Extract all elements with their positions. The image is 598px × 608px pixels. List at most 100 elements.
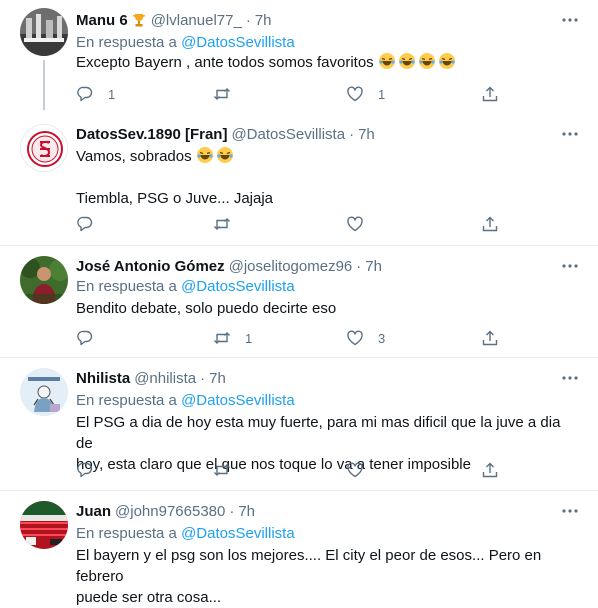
reply-button[interactable] xyxy=(76,460,108,480)
mention-link[interactable]: @DatosSevillista xyxy=(181,525,295,542)
reply-button[interactable] xyxy=(76,214,108,234)
share-icon xyxy=(482,216,498,232)
share-button[interactable] xyxy=(481,460,499,480)
avatar[interactable] xyxy=(20,124,68,172)
display-name[interactable]: Nhilista xyxy=(76,370,130,387)
tweet-3[interactable]: José Antonio Gómez @joselitogomez96 · 7h… xyxy=(0,246,598,356)
avatar[interactable] xyxy=(20,368,68,416)
tweet-header: José Antonio Gómez @joselitogomez96 · 7h xyxy=(76,257,382,275)
laughing-emoji xyxy=(438,53,455,69)
timestamp[interactable]: 7h xyxy=(255,12,272,29)
timestamp[interactable]: 7h xyxy=(209,370,226,387)
reply-context: En respuesta a @DatosSevillista xyxy=(76,525,295,542)
like-icon xyxy=(347,216,363,232)
retweet-icon xyxy=(214,332,230,344)
retweet-button[interactable]: 1 xyxy=(213,328,252,348)
user-handle[interactable]: @nhilista xyxy=(134,370,196,387)
laughing-emoji xyxy=(378,53,395,69)
reply-icon xyxy=(77,330,93,346)
reply-count: 1 xyxy=(108,86,116,102)
mention-link[interactable]: @DatosSevillista xyxy=(181,392,295,409)
more-icon[interactable] xyxy=(560,501,580,521)
laughing-emoji-group xyxy=(196,147,236,165)
reply-button[interactable] xyxy=(76,328,108,348)
share-icon xyxy=(482,330,498,346)
avatar[interactable] xyxy=(20,8,68,56)
reply-context: En respuesta a @DatosSevillista xyxy=(76,392,295,409)
reply-context: En respuesta a @DatosSevillista xyxy=(76,278,295,295)
laughing-emoji xyxy=(216,147,233,163)
share-icon xyxy=(482,86,498,102)
retweet-button[interactable] xyxy=(213,460,245,480)
share-button[interactable] xyxy=(481,214,499,234)
tweet-1[interactable]: Manu 6 @lvlanuel77_ · 7h En respuesta a … xyxy=(0,0,598,120)
display-name[interactable]: DatosSev.1890 [Fran] xyxy=(76,126,227,143)
more-icon[interactable] xyxy=(560,256,580,276)
like-icon xyxy=(347,330,363,346)
reply-prefix: En respuesta a xyxy=(76,392,177,409)
reply-icon xyxy=(77,86,93,102)
mention-link[interactable]: @DatosSevillista xyxy=(181,278,295,295)
trophy-icon xyxy=(131,12,147,28)
laughing-emoji xyxy=(418,53,435,69)
tweet-text: El bayern y el psg son los mejores.... E… xyxy=(76,547,542,606)
like-count: 1 xyxy=(378,86,386,102)
reply-button[interactable]: 1 xyxy=(76,84,115,104)
like-icon xyxy=(347,462,363,478)
like-count: 3 xyxy=(378,330,386,346)
user-handle[interactable]: @joselitogomez96 xyxy=(229,258,353,275)
reply-icon xyxy=(77,216,93,232)
retweet-button[interactable] xyxy=(213,214,245,234)
tweet-header: Nhilista @nhilista · 7h xyxy=(76,369,226,387)
retweet-count: 1 xyxy=(245,330,253,346)
reply-prefix: En respuesta a xyxy=(76,34,177,51)
laughing-emoji xyxy=(196,147,213,163)
more-icon[interactable] xyxy=(560,10,580,30)
user-handle[interactable]: @lvlanuel77_ xyxy=(151,12,242,29)
timestamp[interactable]: 7h xyxy=(238,503,255,520)
tweet-2[interactable]: DatosSev.1890 [Fran] @DatosSevillista · … xyxy=(0,120,598,245)
laughing-emoji xyxy=(398,53,415,69)
display-name[interactable]: Manu 6 xyxy=(76,12,128,29)
retweet-icon xyxy=(214,218,230,230)
avatar[interactable] xyxy=(20,501,68,549)
more-icon[interactable] xyxy=(560,368,580,388)
like-button[interactable] xyxy=(346,460,378,480)
reply-prefix: En respuesta a xyxy=(76,525,177,542)
tweet-header: Manu 6 @lvlanuel77_ · 7h xyxy=(76,11,272,29)
tweet-4[interactable]: Nhilista @nhilista · 7h En respuesta a @… xyxy=(0,358,598,488)
tweet-text: Bendito debate, solo puedo decirte eso xyxy=(76,300,337,317)
tweet-actions xyxy=(76,460,506,480)
timestamp[interactable]: 7h xyxy=(358,126,375,143)
like-button[interactable]: 1 xyxy=(346,84,385,104)
thread-line xyxy=(43,60,45,110)
tweet-actions xyxy=(76,214,506,234)
tweet-header: Juan @john97665380 · 7h xyxy=(76,502,256,520)
like-button[interactable]: 3 xyxy=(346,328,385,348)
tweet-header: DatosSev.1890 [Fran] @DatosSevillista · … xyxy=(76,125,375,143)
share-button[interactable] xyxy=(481,84,499,104)
display-name[interactable]: Juan xyxy=(76,503,111,520)
retweet-icon xyxy=(214,464,230,476)
mention-link[interactable]: @DatosSevillista xyxy=(181,34,295,51)
tweet-actions: 1 1 xyxy=(76,84,506,104)
user-handle[interactable]: @john97665380 xyxy=(115,503,225,520)
laughing-emoji-group xyxy=(378,53,458,71)
share-button[interactable] xyxy=(481,328,499,348)
tweet-text: Excepto Bayern , ante todos somos favori… xyxy=(76,52,581,73)
like-button[interactable] xyxy=(346,214,378,234)
tweet-text: Vamos, sobrados Tiembla, PSG o Juve... J… xyxy=(76,147,274,207)
tweet-actions: 1 3 xyxy=(76,328,506,348)
display-name[interactable]: José Antonio Gómez xyxy=(76,258,225,275)
reply-icon xyxy=(77,462,93,478)
share-icon xyxy=(482,462,498,478)
reply-context: En respuesta a @DatosSevillista xyxy=(76,34,295,51)
user-handle[interactable]: @DatosSevillista xyxy=(231,126,345,143)
like-icon xyxy=(347,86,363,102)
tweet-5[interactable]: Juan @john97665380 · 7h En respuesta a @… xyxy=(0,491,598,606)
timestamp[interactable]: 7h xyxy=(365,258,382,275)
more-icon[interactable] xyxy=(560,124,580,144)
reply-prefix: En respuesta a xyxy=(76,278,177,295)
retweet-button[interactable] xyxy=(213,84,245,104)
avatar[interactable] xyxy=(20,256,68,304)
